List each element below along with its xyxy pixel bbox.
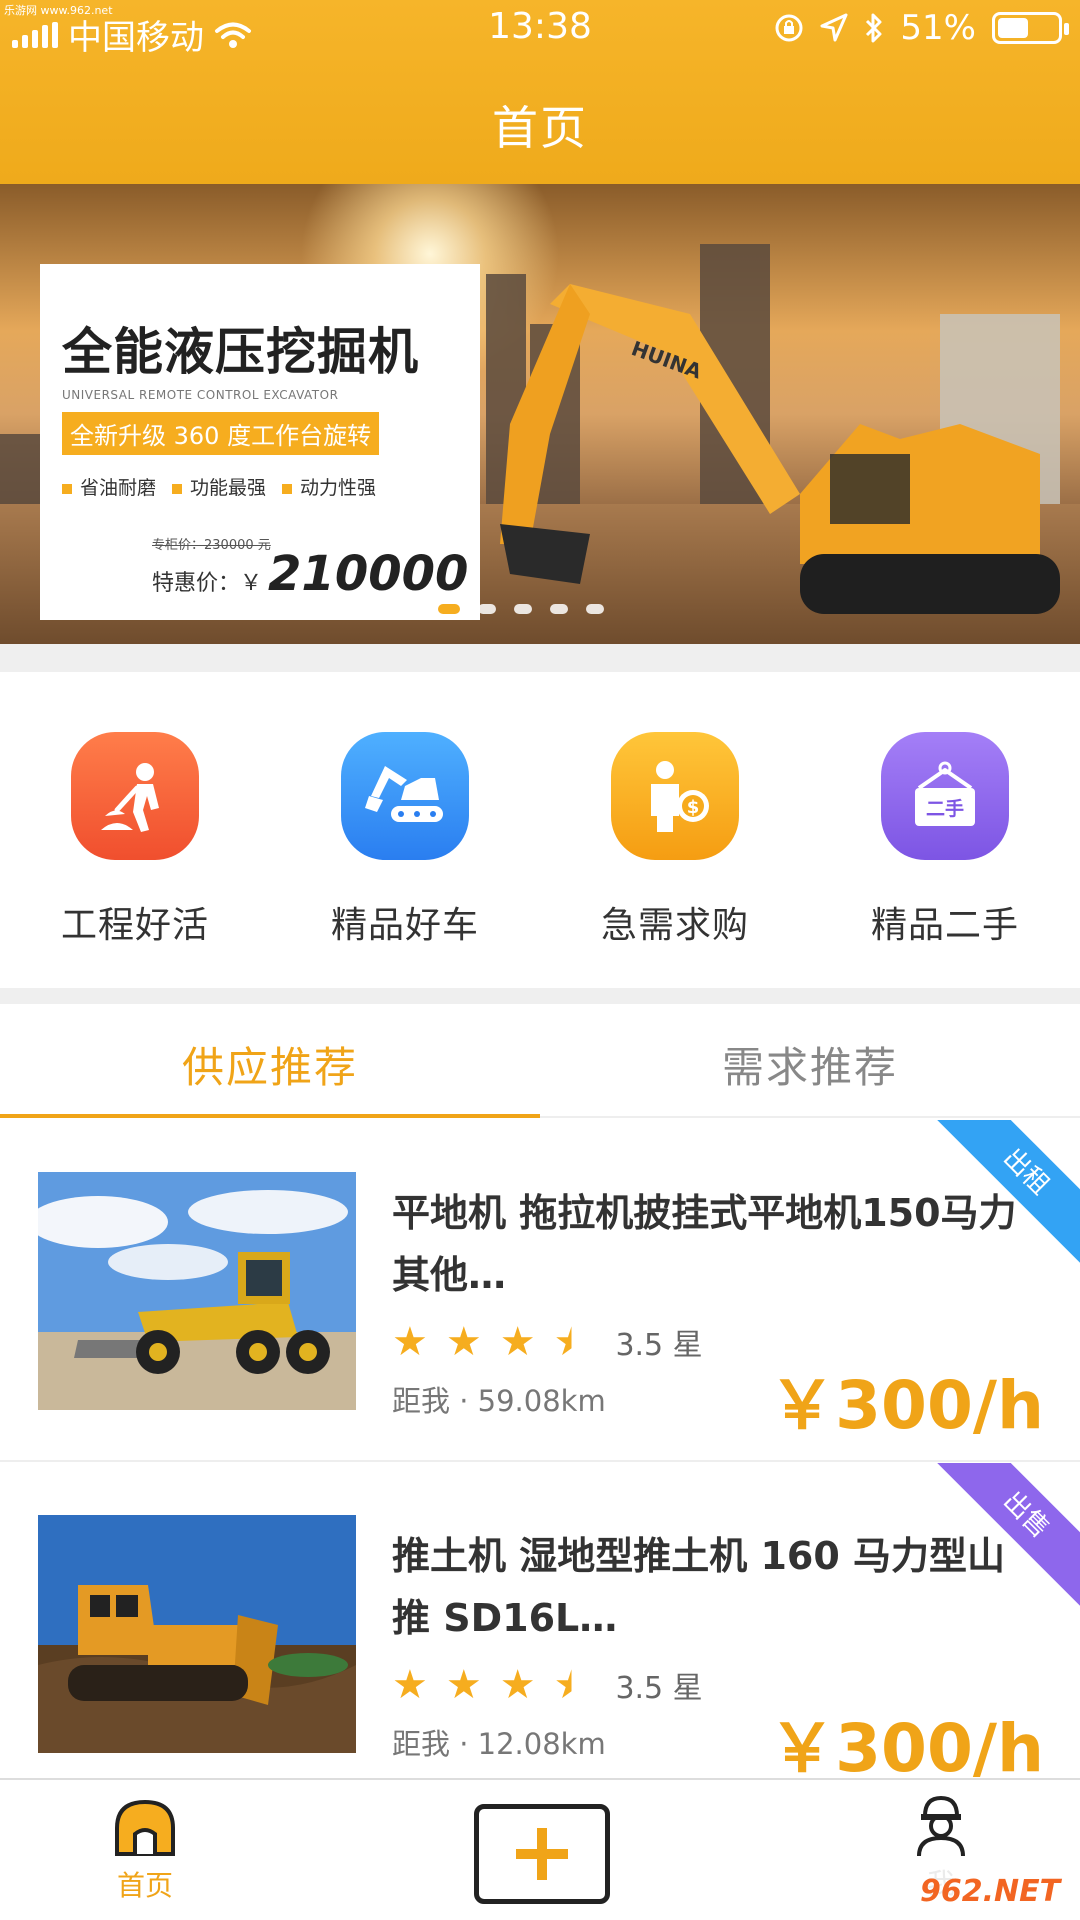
buyer-coin-icon: $ (611, 732, 739, 860)
location-icon (820, 13, 848, 42)
secondhand-sign-icon: 二手 (881, 732, 1009, 860)
promo-card: 全能液压挖掘机 UNIVERSAL REMOTE CONTROL EXCAVAT… (40, 264, 480, 620)
rotation-lock-icon (775, 14, 803, 42)
listing-image-bulldozer (38, 1515, 356, 1753)
bottom-tab-bar: 首页 我 (0, 1778, 1080, 1920)
excavator-image: HUINA (500, 284, 1060, 614)
category-quality-vehicles[interactable]: 精品好车 (270, 672, 540, 988)
tabbar-home[interactable]: 首页 (110, 1798, 180, 1904)
divider (0, 644, 1080, 672)
star-half-icon: ★ (553, 1319, 590, 1365)
listing-distance: 距我 · 12.08km (392, 1727, 606, 1761)
home-icon (115, 1799, 175, 1856)
promo-price-label: 特惠价：￥ (152, 571, 263, 596)
excavator-icon (341, 732, 469, 860)
promo-features: 省油耐磨 功能最强 动力性强 (62, 473, 458, 500)
worker-profile-icon (917, 1795, 965, 1857)
promo-feature: 功能最强 (172, 473, 266, 500)
listing-item[interactable]: 推土机 湿地型推土机 160 马力型山推 SD16L… ★ ★ ★ ★ 3.5 … (0, 1463, 1080, 1805)
promo-feature: 省油耐磨 (62, 473, 156, 500)
tabbar-home-label: 首页 (116, 1869, 173, 1902)
star-half-icon: ★ (553, 1662, 590, 1708)
banner-dot[interactable] (478, 604, 496, 614)
category-label: 精品好车 (330, 905, 479, 946)
category-label: 精品二手 (870, 905, 1019, 946)
promo-upgrade-tag: 全新升级 360 度工作台旋转 (62, 412, 380, 455)
category-secondhand[interactable]: 二手 精品二手 (810, 672, 1080, 988)
category-engineering-jobs[interactable]: 工程好活 (0, 672, 270, 988)
promo-banner[interactable]: HUINA 全能液压挖掘机 UNIVERSAL REMOTE CONTROL E… (0, 184, 1080, 644)
promo-subtitle-en: UNIVERSAL REMOTE CONTROL EXCAVATOR (62, 388, 339, 402)
category-label: 急需求购 (600, 905, 749, 946)
rating-stars: ★ ★ ★ ★ 3.5 星 (392, 1663, 703, 1707)
star-full-icon: ★ (392, 1319, 428, 1365)
watermark-bottom: 962.NET (920, 1868, 1060, 1916)
divider (0, 988, 1080, 1004)
star-full-icon: ★ (445, 1662, 482, 1708)
top-bar: 乐游网 www.962.net 中国移动 13:38 51% 首页 (0, 0, 1080, 184)
recommend-tabs: 供应推荐 需求推荐 (0, 1004, 1080, 1118)
rating-text: 3.5 星 (615, 1671, 703, 1706)
svg-text:$: $ (687, 797, 700, 818)
listing-title: 推土机 湿地型推土机 160 马力型山推 SD16L… (392, 1534, 1006, 1640)
rating-stars: ★ ★ ★ ★ 3.5 星 (392, 1320, 703, 1364)
category-label: 工程好活 (60, 905, 209, 946)
tab-demand[interactable]: 需求推荐 (540, 1004, 1080, 1116)
listing-distance: 距我 · 59.08km (392, 1384, 606, 1418)
promo-title: 全能液压挖掘机 (62, 323, 419, 381)
listing-item[interactable]: 平地机 拖拉机披挂式平地机150马力其他… ★ ★ ★ ★ 3.5 星 距我 ·… (0, 1120, 1080, 1462)
publish-add-button[interactable] (474, 1804, 610, 1904)
star-full-icon: ★ (499, 1319, 536, 1365)
listing-price: ￥300/h (769, 1710, 1044, 1787)
promo-feature: 动力性强 (282, 473, 376, 500)
battery-icon (992, 12, 1069, 44)
promo-price: 210000 (268, 546, 469, 602)
star-full-icon: ★ (499, 1662, 536, 1708)
bluetooth-icon (866, 13, 882, 43)
plus-icon (516, 1828, 568, 1880)
rating-text: 3.5 星 (615, 1328, 703, 1363)
banner-dot[interactable] (586, 604, 604, 614)
status-bar: 中国移动 13:38 51% (0, 0, 1080, 58)
star-full-icon: ★ (445, 1319, 482, 1365)
battery-percent: 51% (900, 8, 976, 48)
listing-image-grader (38, 1172, 356, 1410)
worker-digging-icon (71, 732, 199, 860)
banner-dot[interactable] (438, 604, 460, 614)
battery-fill (998, 18, 1028, 38)
listing-price: ￥300/h (769, 1367, 1044, 1444)
listing-title: 平地机 拖拉机披挂式平地机150马力其他… (392, 1191, 1017, 1297)
secondhand-sign-text: 二手 (926, 797, 964, 820)
page-title: 首页 (492, 101, 588, 155)
tab-supply[interactable]: 供应推荐 (0, 1004, 540, 1118)
star-full-icon: ★ (392, 1662, 428, 1708)
category-grid: 工程好活 精品好车 $ 急需求购 二手 精品二手 (0, 672, 1080, 988)
category-urgent-purchase[interactable]: $ 急需求购 (540, 672, 810, 988)
banner-pagination-dots[interactable] (438, 604, 604, 614)
banner-dot[interactable] (550, 604, 568, 614)
banner-dot[interactable] (514, 604, 532, 614)
